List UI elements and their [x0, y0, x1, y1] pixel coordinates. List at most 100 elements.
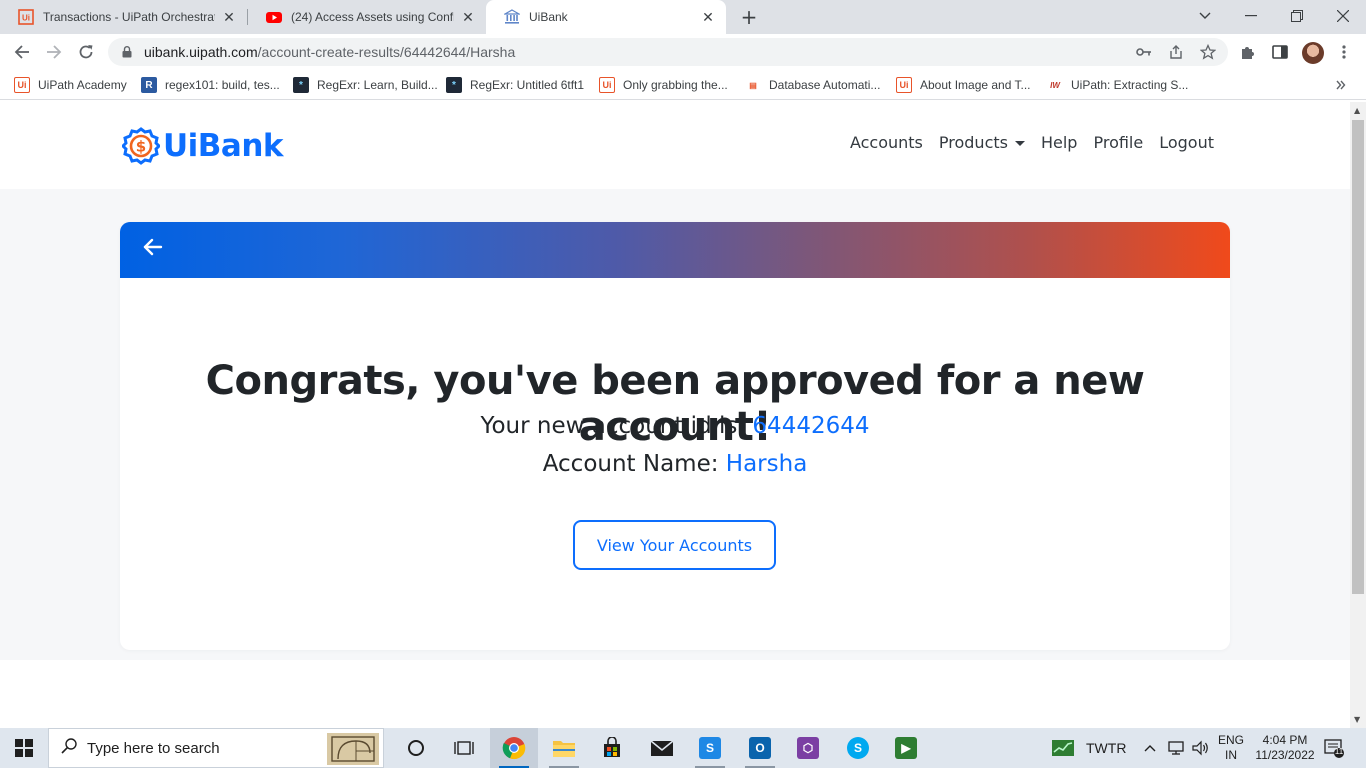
search-highlight-image	[327, 733, 379, 765]
dollar-badge-icon: $	[122, 127, 160, 165]
search-icon	[61, 738, 77, 758]
uipath-icon: Ui	[18, 9, 34, 25]
skype-icon[interactable]: S	[834, 728, 882, 768]
scroll-down-icon[interactable]: ▼	[1354, 715, 1360, 724]
web-page: $ UiBank Accounts Products Help Profile …	[0, 102, 1350, 728]
bookmark-item[interactable]: Ui Only grabbing the...	[599, 75, 728, 95]
key-icon[interactable]	[1134, 42, 1154, 62]
lock-icon	[122, 46, 134, 58]
windows-taskbar: Type here to search S O ⬡ S ▶ TWTR ENG I…	[0, 728, 1366, 768]
tab-title: (24) Access Assets using Config F	[291, 10, 454, 24]
tab-uibank[interactable]: UiBank ✕	[486, 0, 726, 34]
nav-help[interactable]: Help	[1033, 133, 1085, 152]
scrollbar-thumb[interactable]	[1352, 120, 1364, 594]
account-id-line: Your new account id is: 64442644	[120, 413, 1230, 439]
nav-logout[interactable]: Logout	[1151, 133, 1222, 152]
profile-avatar[interactable]	[1302, 42, 1324, 64]
assistant-glyph: ⬡	[797, 737, 819, 759]
bookmark-item[interactable]: Ui About Image and T...	[896, 75, 1031, 95]
close-tab-icon[interactable]: ✕	[460, 9, 476, 25]
outlook-icon[interactable]: O	[736, 728, 784, 768]
card-header	[120, 222, 1230, 278]
notifications-icon[interactable]: 11	[1324, 728, 1344, 768]
back-arrow-icon[interactable]	[142, 236, 164, 258]
url-host: uibank.uipath.com	[144, 44, 258, 60]
bookmark-label: About Image and T...	[920, 78, 1031, 92]
bookmark-label: RegExr: Untitled 6tft1	[470, 78, 585, 92]
nav-profile[interactable]: Profile	[1085, 133, 1151, 152]
play-icon: ▶	[895, 737, 917, 759]
task-view-icon[interactable]	[440, 728, 488, 768]
scroll-up-icon[interactable]: ▲	[1354, 106, 1360, 115]
studio-glyph: S	[699, 737, 721, 759]
more-menu-icon[interactable]	[1334, 42, 1354, 62]
bookmark-item[interactable]: Ui UiPath Academy	[14, 75, 127, 95]
chrome-taskbar-icon[interactable]	[490, 728, 538, 768]
skype-glyph: S	[847, 737, 869, 759]
account-name-label: Account Name:	[542, 451, 719, 477]
forward-icon[interactable]	[40, 38, 68, 66]
regex101-icon: R	[141, 77, 157, 93]
microsoft-store-icon[interactable]	[588, 728, 636, 768]
stock-ticker: TWTR	[1086, 740, 1127, 756]
clock[interactable]: 4:04 PM 11/23/2022	[1250, 728, 1320, 768]
logo-text: UiBank	[163, 128, 284, 164]
bookmark-label: Database Automati...	[769, 78, 881, 92]
url-path: /account-create-results/64442644/Harsha	[257, 44, 516, 60]
view-accounts-button[interactable]: View Your Accounts	[573, 520, 776, 570]
tray-overflow-icon[interactable]	[1144, 728, 1156, 768]
bookmark-label: Only grabbing the...	[623, 78, 728, 92]
bookmark-label: regex101: build, tes...	[165, 78, 280, 92]
iw-icon: IW	[1050, 80, 1060, 90]
bookmark-item[interactable]: ▤ Database Automati...	[745, 75, 880, 95]
tab-transactions[interactable]: Ui Transactions - UiPath Orchestrato ✕	[0, 0, 247, 34]
uipath-assistant-icon[interactable]: ⬡	[784, 728, 832, 768]
bookmark-item[interactable]: R regex101: build, tes...	[141, 75, 280, 95]
bookmark-item[interactable]: * RegExr: Learn, Build...	[293, 75, 438, 95]
language-indicator[interactable]: ENG IN	[1218, 728, 1244, 768]
nav-products-label: Products	[938, 133, 1008, 152]
more-bookmarks-icon[interactable]	[1336, 75, 1346, 95]
bookmark-item[interactable]: * RegExr: Untitled 6tft1	[446, 75, 584, 95]
uipath-studio-icon[interactable]: S	[686, 728, 734, 768]
restore-icon[interactable]	[1274, 0, 1320, 32]
reload-icon[interactable]	[72, 38, 100, 66]
windows-start-icon[interactable]	[0, 728, 48, 768]
close-tab-icon[interactable]: ✕	[700, 9, 716, 25]
new-tab-button[interactable]: +	[738, 5, 760, 29]
clock-time: 4:04 PM	[1262, 733, 1308, 747]
address-bar[interactable]: uibank.uipath.com/account-create-results…	[108, 38, 1228, 66]
side-panel-icon[interactable]	[1270, 42, 1290, 62]
youtube-icon	[266, 9, 282, 25]
network-icon[interactable]	[1168, 728, 1186, 768]
search-placeholder: Type here to search	[87, 739, 220, 757]
regexr-icon: *	[293, 77, 309, 93]
uibank-logo[interactable]: $ UiBank	[122, 127, 284, 165]
uipath-icon: Ui	[896, 77, 912, 93]
tab-search-icon[interactable]	[1182, 0, 1228, 32]
mail-icon[interactable]	[638, 728, 686, 768]
bookmark-star-icon[interactable]	[1198, 42, 1218, 62]
share-icon[interactable]	[1166, 42, 1186, 62]
extensions-icon[interactable]	[1238, 42, 1258, 62]
file-explorer-icon[interactable]	[540, 728, 588, 768]
page-scrollbar[interactable]: ▲ ▼	[1350, 102, 1366, 728]
close-window-icon[interactable]	[1320, 0, 1366, 32]
tab-youtube[interactable]: (24) Access Assets using Config F ✕	[248, 0, 486, 34]
account-name-line: Account Name: Harsha	[120, 451, 1230, 477]
volume-icon[interactable]	[1192, 728, 1210, 768]
uipath-icon: Ui	[599, 77, 615, 93]
minimize-icon[interactable]	[1228, 0, 1274, 32]
notification-count: 11	[1334, 747, 1344, 756]
bookmark-item[interactable]: IW UiPath: Extracting S...	[1047, 75, 1188, 95]
stock-widget[interactable]: TWTR	[1052, 736, 1126, 760]
close-tab-icon[interactable]: ✕	[221, 9, 237, 25]
cortana-icon[interactable]	[392, 728, 440, 768]
taskbar-search-box[interactable]: Type here to search	[48, 728, 384, 768]
database-icon: ▤	[749, 80, 757, 90]
nav-products[interactable]: Products	[931, 133, 1033, 152]
nav-accounts[interactable]: Accounts	[842, 133, 931, 152]
media-player-icon[interactable]: ▶	[882, 728, 930, 768]
result-card: Congrats, you've been approved for a new…	[120, 222, 1230, 650]
back-icon[interactable]	[8, 38, 36, 66]
